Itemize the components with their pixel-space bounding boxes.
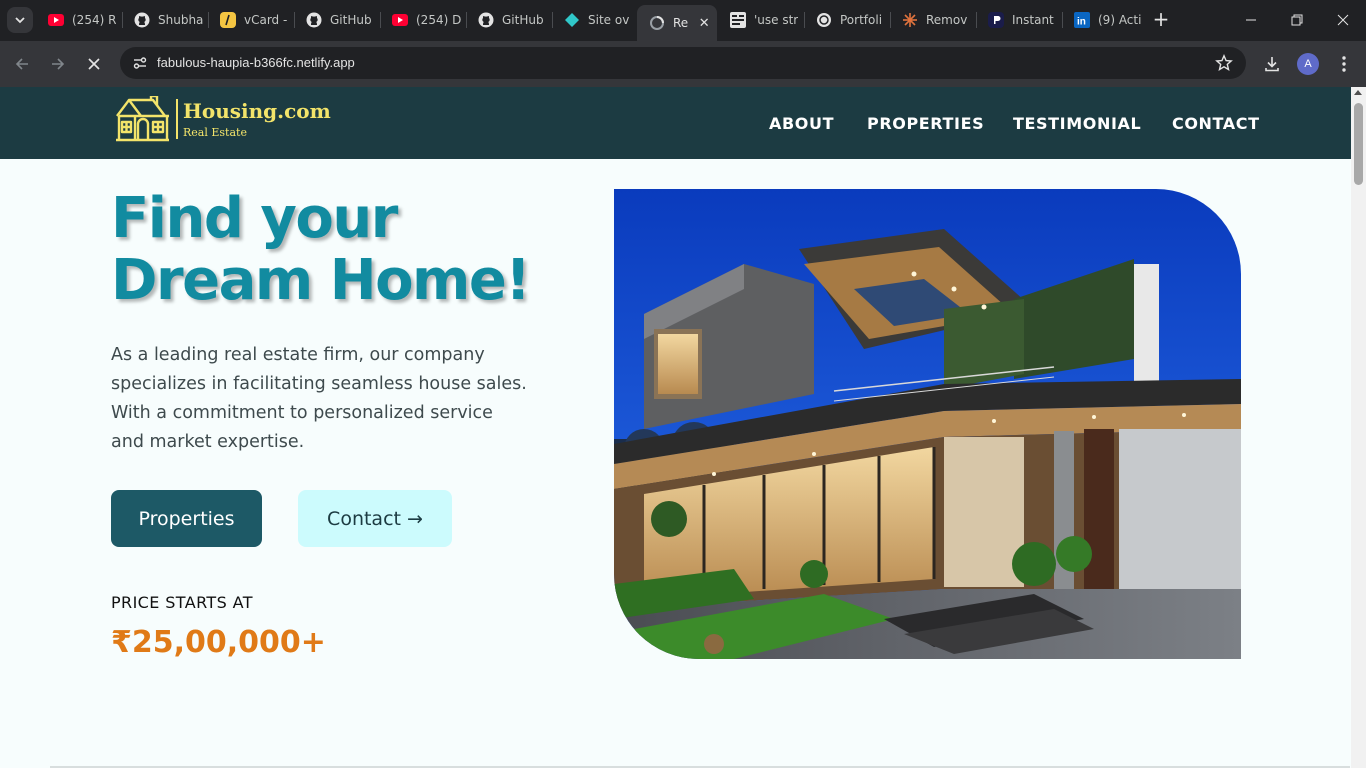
logo-divider — [176, 99, 178, 139]
new-tab-button[interactable]: + — [1150, 9, 1172, 31]
hero-house-image — [614, 189, 1241, 659]
tab-remove[interactable]: Remov — [890, 5, 975, 35]
tab-label: vCard - — [244, 13, 288, 27]
netlify-icon — [564, 12, 580, 28]
close-tab-icon[interactable]: ✕ — [696, 16, 712, 31]
github-icon — [134, 12, 150, 28]
tab-youtube-2[interactable]: (254) D — [380, 5, 465, 35]
tab-label: (254) R — [72, 13, 117, 27]
forward-button[interactable] — [46, 52, 70, 76]
scroll-up-arrow-icon[interactable] — [1354, 90, 1362, 95]
vcard-icon — [220, 12, 236, 28]
tab-label: Shubha — [158, 13, 204, 27]
tab-portfolio[interactable]: Portfoli — [804, 5, 889, 35]
tab-youtube-1[interactable]: (254) R — [36, 5, 121, 35]
tab-label: GitHub — [330, 13, 372, 27]
arrow-left-icon — [15, 58, 28, 70]
scrollbar-thumb[interactable] — [1354, 103, 1363, 185]
loading-icon — [649, 15, 665, 31]
tab-label: 'use str — [754, 13, 799, 27]
stop-loading-button[interactable] — [82, 52, 106, 76]
minimize-icon — [1246, 19, 1256, 21]
site-settings-icon[interactable] — [128, 51, 152, 75]
logo-title: Housing.com — [183, 99, 331, 123]
tab-label: (9) Acti — [1098, 13, 1142, 27]
chevron-down-icon — [15, 17, 25, 24]
tab-linkedin[interactable]: in (9) Acti — [1062, 5, 1147, 35]
url-text[interactable]: fabulous-haupia-b366fc.netlify.app — [157, 55, 355, 70]
tab-search-button[interactable] — [7, 7, 33, 33]
hero-description: As a leading real estate firm, our compa… — [111, 345, 527, 452]
arrow-right-icon — [52, 58, 65, 70]
site-header: Housing.com Real Estate ABOUT PROPERTIES… — [0, 87, 1351, 159]
youtube-icon — [48, 12, 64, 28]
minimize-button[interactable] — [1239, 10, 1263, 30]
price-value: ₹25,00,000+ — [111, 625, 326, 660]
tab-github-3[interactable]: GitHub — [466, 5, 551, 35]
tab-github-2[interactable]: GitHub — [294, 5, 379, 35]
github-icon — [478, 12, 494, 28]
tab-label: Portfoli — [840, 13, 883, 27]
tab-netlify[interactable]: Site ov — [552, 5, 637, 35]
code-icon — [730, 12, 746, 28]
close-icon — [1337, 14, 1349, 26]
nav-link-contact[interactable]: CONTACT — [1172, 114, 1260, 133]
restore-icon — [1291, 14, 1303, 26]
bookmark-star-icon[interactable] — [1214, 53, 1234, 73]
download-icon — [1265, 57, 1279, 72]
nav-link-properties[interactable]: PROPERTIES — [867, 114, 984, 133]
nav-link-about[interactable]: ABOUT — [769, 114, 834, 133]
restore-button[interactable] — [1285, 10, 1309, 30]
nav-link-testimonial[interactable]: TESTIMONIAL — [1013, 114, 1141, 133]
more-vertical-icon — [1342, 56, 1346, 72]
hero-title-line-2: Dream Home! — [111, 248, 531, 313]
browser-menu-button[interactable] — [1332, 52, 1356, 76]
downloads-button[interactable] — [1260, 52, 1284, 76]
contact-button[interactable]: Contact → — [298, 490, 452, 547]
youtube-icon — [392, 12, 408, 28]
profile-avatar[interactable]: A — [1297, 53, 1319, 75]
price-label: PRICE STARTS AT — [111, 593, 253, 612]
tab-label: Instant — [1012, 13, 1054, 27]
back-button[interactable] — [10, 52, 34, 76]
hero-title-line-1: Find your — [111, 186, 398, 251]
tab-vcard[interactable]: vCard - — [208, 5, 293, 35]
tab-github-shubha[interactable]: Shubha — [122, 5, 207, 35]
address-bar[interactable]: fabulous-haupia-b366fc.netlify.app — [120, 47, 1246, 79]
remove-icon — [902, 12, 918, 28]
instant-icon — [988, 12, 1004, 28]
tab-label: Site ov — [588, 13, 630, 27]
tab-instant[interactable]: Instant — [976, 5, 1061, 35]
properties-button[interactable]: Properties — [111, 490, 262, 547]
portfolio-icon — [816, 12, 832, 28]
linkedin-icon: in — [1074, 12, 1090, 28]
hero-title: Find your Dream Home! — [111, 188, 551, 312]
logo-subtitle: Real Estate — [183, 126, 247, 139]
page-scrollbar[interactable] — [1351, 87, 1366, 768]
tab-strip: (254) R Shubha vCard - GitHub (254) D Gi… — [0, 0, 1366, 41]
tab-active-real-estate[interactable]: Re ✕ — [637, 5, 717, 41]
house-logo-icon — [116, 96, 169, 142]
tab-label: Re — [673, 16, 689, 30]
stop-icon — [88, 58, 100, 70]
github-icon — [306, 12, 322, 28]
close-window-button[interactable] — [1331, 10, 1355, 30]
tab-label: Remov — [926, 13, 968, 27]
tab-use-strict[interactable]: 'use str — [718, 5, 803, 35]
site-logo[interactable]: Housing.com Real Estate — [113, 96, 333, 144]
svg-text:in: in — [1077, 17, 1086, 28]
page-viewport: Housing.com Real Estate ABOUT PROPERTIES… — [0, 87, 1351, 768]
tab-label: (254) D — [416, 13, 462, 27]
browser-toolbar: fabulous-haupia-b366fc.netlify.app A — [0, 41, 1366, 87]
tab-label: GitHub — [502, 13, 544, 27]
